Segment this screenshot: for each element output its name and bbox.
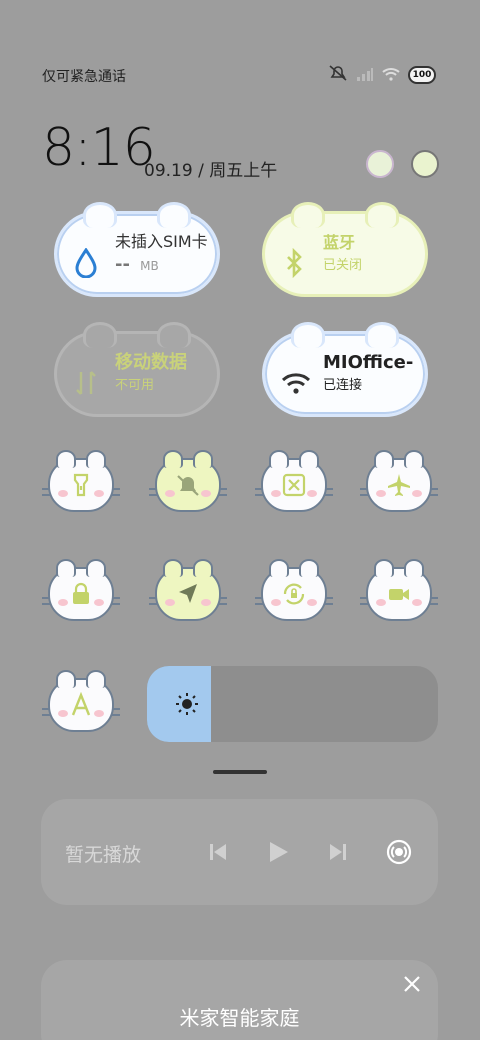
data-usage-unit: MB <box>140 258 159 273</box>
play-icon <box>270 842 288 862</box>
smart-home-card[interactable]: 米家智能家庭 <box>41 960 438 1040</box>
mobile-data-tile[interactable]: 移动数据 不可用 <box>54 322 220 417</box>
bluetooth-status: 已关闭 <box>323 257 363 273</box>
water-drop-icon <box>73 247 99 279</box>
data-usage-tile[interactable]: 未插入SIM卡 -- MB <box>54 202 220 297</box>
signal-icon <box>356 66 374 85</box>
screen-record-toggle[interactable] <box>360 559 438 621</box>
next-button[interactable] <box>323 837 353 867</box>
media-player-card[interactable]: 暂无播放 <box>41 799 438 905</box>
cast-button[interactable] <box>384 837 414 867</box>
flashlight-icon <box>73 473 89 497</box>
wifi-tile[interactable]: MIOffice- 已连接 <box>262 322 428 417</box>
wifi-network-name: MIOffice- <box>323 351 414 373</box>
mute-toggle[interactable] <box>149 450 227 512</box>
lock-icon <box>73 582 89 604</box>
font-size-toggle[interactable] <box>42 670 120 732</box>
carrier-status: 仅可紧急通话 <box>42 69 126 85</box>
wifi-status-icon <box>382 66 400 85</box>
play-button[interactable] <box>263 837 293 867</box>
wifi-icon <box>281 368 311 398</box>
airplane-icon <box>388 474 410 496</box>
cast-icon <box>386 839 412 865</box>
mobile-data-icon <box>73 368 99 398</box>
close-icon[interactable] <box>400 972 424 996</box>
data-usage-value: -- <box>115 253 130 275</box>
brightness-slider[interactable] <box>147 666 438 742</box>
airplane-mode-toggle[interactable] <box>360 450 438 512</box>
previous-button[interactable] <box>203 837 233 867</box>
battery-icon: 100 <box>408 66 436 84</box>
drag-handle[interactable] <box>213 770 267 774</box>
screenshot-toggle[interactable] <box>255 450 333 512</box>
sim-status-label: 未插入SIM卡 <box>115 231 208 251</box>
previous-icon <box>210 844 226 860</box>
mobile-data-label: 移动数据 <box>115 351 187 373</box>
cake-icon[interactable] <box>366 150 394 178</box>
wifi-status: 已连接 <box>323 377 363 393</box>
clock-date[interactable]: 09.19 / 周五上午 <box>144 156 277 181</box>
clock-time[interactable]: 8:16 <box>42 118 156 178</box>
auto-rotate-toggle[interactable] <box>255 559 333 621</box>
location-toggle[interactable] <box>149 559 227 621</box>
bell-off-icon <box>177 475 199 496</box>
location-arrow-icon <box>179 584 197 603</box>
flashlight-toggle[interactable] <box>42 450 120 512</box>
rotation-lock-icon <box>283 583 305 605</box>
mobile-data-status: 不可用 <box>115 377 155 393</box>
lock-screen-toggle[interactable] <box>42 559 120 621</box>
media-title: 暂无播放 <box>65 844 142 866</box>
status-icons: 100 <box>328 64 436 86</box>
letter-a-icon <box>71 692 91 716</box>
sun-icon <box>175 692 199 720</box>
bluetooth-label: 蓝牙 <box>323 232 356 252</box>
smart-home-title: 米家智能家庭 <box>179 1006 300 1030</box>
settings-icon[interactable] <box>411 150 439 178</box>
mute-status-icon <box>328 64 348 86</box>
next-icon <box>330 844 346 860</box>
video-camera-icon <box>389 589 409 600</box>
bluetooth-icon <box>281 247 307 279</box>
screenshot-icon <box>282 473 306 497</box>
bluetooth-tile[interactable]: 蓝牙 已关闭 <box>262 202 428 297</box>
